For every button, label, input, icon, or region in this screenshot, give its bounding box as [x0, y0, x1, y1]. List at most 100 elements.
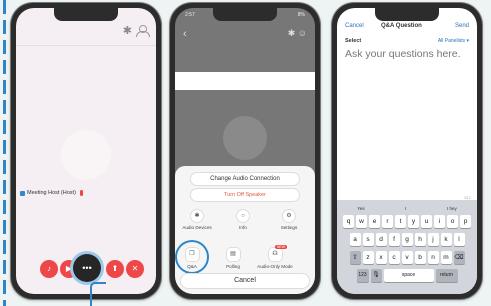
key-c[interactable]: c [388, 251, 400, 264]
leave-button[interactable]: ✕ [126, 260, 144, 278]
mic-muted-icon [79, 190, 83, 196]
key-l[interactable]: l [453, 233, 465, 246]
key-p[interactable]: p [460, 215, 471, 228]
left-dashed-border [3, 0, 6, 306]
return-key[interactable]: return [435, 269, 458, 282]
key-i[interactable]: i [434, 215, 445, 228]
key-v[interactable]: v [401, 251, 413, 264]
host-avatar [61, 130, 111, 180]
key-r[interactable]: r [382, 215, 393, 228]
key-f[interactable]: f [388, 233, 400, 246]
option-label: Audio Devices [182, 225, 212, 230]
key-b[interactable]: b [414, 251, 426, 264]
key-k[interactable]: k [440, 233, 452, 246]
key-h[interactable]: h [414, 233, 426, 246]
polling-icon: ▤ [226, 248, 240, 261]
mute-button[interactable]: ♪ [40, 260, 58, 278]
meeting-control-bar: ♪ ▶ ••• ⬆ ✕ [16, 254, 156, 288]
cancel-link[interactable]: Cancel [345, 23, 364, 29]
option-label: Polling [226, 264, 240, 269]
key-y[interactable]: y [408, 215, 419, 228]
info-option[interactable]: ○ Info [223, 210, 263, 230]
panelists-dropdown[interactable]: All Panelists ▾ [438, 38, 469, 44]
host-icon [20, 190, 25, 196]
key-z[interactable]: z [362, 251, 374, 264]
participant-label: Meeting Host (Host) [20, 190, 83, 196]
key-row-1: q w e r t y u i o p [339, 215, 475, 228]
notch [54, 8, 118, 21]
key-d[interactable]: d [375, 233, 387, 246]
audio-only-option[interactable]: NEW ☊ Audio-Only Mode [255, 245, 295, 269]
numbers-key[interactable]: 123 [356, 269, 369, 282]
mic-key[interactable]: 🎙 [370, 269, 382, 282]
option-label: Audio-Only Mode [257, 264, 293, 269]
key-x[interactable]: x [375, 251, 387, 264]
info-icon: ○ [237, 210, 249, 222]
key-m[interactable]: m [440, 251, 452, 264]
change-audio-button[interactable]: Change Audio Connection [191, 173, 299, 185]
status-battery: 8% [297, 12, 305, 18]
keyboard: Yes I I hey q w e r t y u i o p a s d f [337, 200, 477, 294]
send-link[interactable]: Send [455, 23, 469, 29]
polling-option[interactable]: ▤ Polling [213, 248, 253, 269]
back-chevron-icon[interactable]: ‹ [183, 28, 187, 40]
compose-title: Q&A Question [381, 23, 422, 29]
suggestion[interactable]: I [405, 206, 406, 211]
option-label: Info [239, 225, 247, 230]
key-row-4: 123 🎙 space return [339, 269, 475, 282]
key-t[interactable]: t [395, 215, 406, 228]
backspace-key[interactable]: ⌫ [453, 251, 465, 264]
notch [375, 8, 439, 21]
more-button[interactable]: ••• [73, 254, 101, 282]
participants-icon[interactable] [136, 25, 150, 37]
select-label: Select [345, 38, 362, 44]
highlight-pointer [90, 282, 106, 306]
suggestion[interactable]: Yes [357, 206, 364, 211]
key-o[interactable]: o [447, 215, 458, 228]
question-input[interactable]: Ask your questions here. [345, 48, 461, 60]
qa-icon: ❐ [185, 248, 199, 261]
audio-devices-icon: ✱ [191, 210, 203, 222]
key-j[interactable]: j [427, 233, 439, 246]
suggestion[interactable]: I hey [447, 206, 457, 211]
notch [213, 8, 277, 21]
key-s[interactable]: s [362, 233, 374, 246]
key-u[interactable]: u [421, 215, 432, 228]
option-label: Q&A [187, 264, 197, 269]
new-badge: NEW [274, 245, 287, 249]
settings-option[interactable]: ⚙ Settings [269, 210, 309, 230]
cancel-button[interactable]: Cancel [181, 274, 309, 288]
qa-option[interactable]: ❐ Q&A [175, 248, 212, 269]
bluetooth-icon[interactable]: ✱ [123, 24, 132, 37]
key-row-2: a s d f g h j k l [339, 233, 475, 246]
chevron-down-icon: ▾ [466, 38, 469, 44]
phone-more-menu: 2:57 8% ‹ ✱ ☺ Change Audio Connection Tu… [170, 3, 320, 299]
key-w[interactable]: w [356, 215, 367, 228]
phone-qa-compose: Cancel Q&A Question Send Select All Pane… [332, 3, 482, 299]
more-menu-screen: 2:57 8% ‹ ✱ ☺ Change Audio Connection Tu… [175, 8, 315, 294]
option-label: Settings [280, 225, 298, 230]
phone-meeting-view: ✱ Meeting Host (Host) ♪ ▶ ••• ⬆ ✕ [11, 3, 161, 299]
speaker-button[interactable]: Turn Off Speaker [191, 189, 299, 201]
participants-icon[interactable]: ✱ ☺ [288, 28, 307, 39]
suggestion-bar: Yes I I hey [337, 203, 477, 213]
space-key[interactable]: space [383, 269, 434, 282]
participant-name: Meeting Host (Host) [27, 190, 76, 196]
key-n[interactable]: n [427, 251, 439, 264]
video-banner [175, 72, 315, 90]
shift-key[interactable]: ⇧ [349, 251, 361, 264]
settings-icon: ⚙ [283, 210, 295, 222]
host-avatar [223, 116, 267, 160]
audio-devices-option[interactable]: ✱ Audio Devices [177, 210, 217, 230]
key-e[interactable]: e [369, 215, 380, 228]
key-g[interactable]: g [401, 233, 413, 246]
key-a[interactable]: a [349, 233, 361, 246]
meeting-top-bar: ✱ [16, 22, 156, 44]
panelists-value: All Panelists [437, 38, 466, 44]
key-row-3: ⇧ z x c v b n m ⌫ [339, 251, 475, 264]
meeting-screen: ✱ Meeting Host (Host) ♪ ▶ ••• ⬆ ✕ [16, 8, 156, 294]
top-divider [16, 45, 156, 46]
qa-compose-screen: Cancel Q&A Question Send Select All Pane… [337, 8, 477, 294]
share-button[interactable]: ⬆ [106, 260, 124, 278]
key-q[interactable]: q [343, 215, 354, 228]
